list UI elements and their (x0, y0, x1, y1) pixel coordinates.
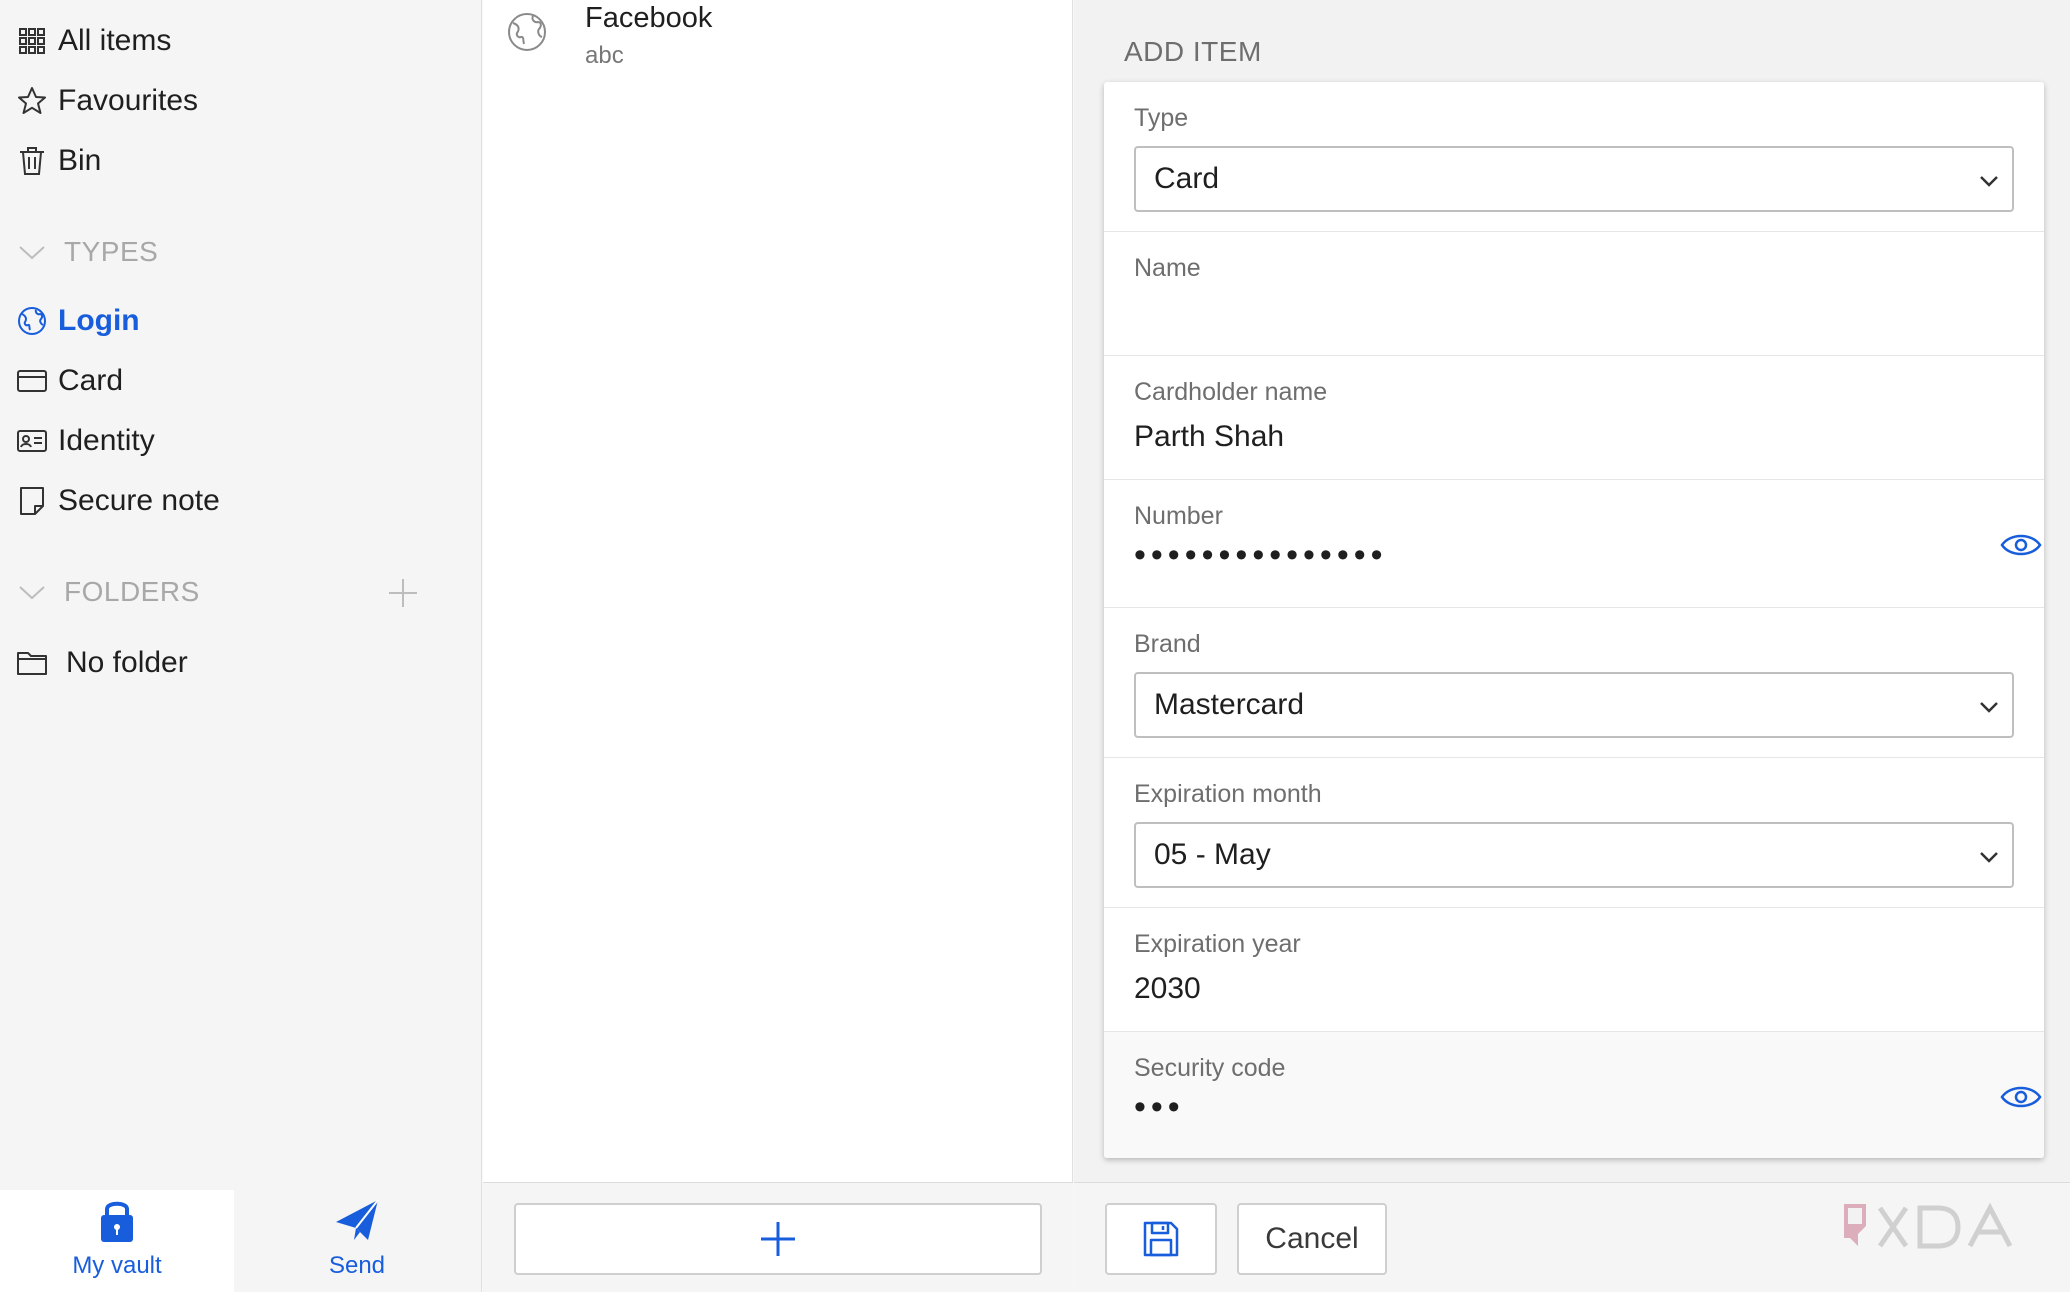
sidebar-item-favourites[interactable]: Favourites (16, 84, 198, 118)
sidebar-item-identity[interactable]: Identity (16, 424, 155, 458)
field-label: Brand (1134, 630, 1201, 658)
folders-section-toggle[interactable]: FOLDERS (16, 576, 200, 608)
field-label: Name (1134, 254, 1201, 282)
save-button[interactable] (1105, 1203, 1217, 1275)
cardholder-name-input[interactable]: Parth Shah (1134, 420, 1284, 454)
sidebar: All items Favourites Bin TYPES Login Car… (0, 0, 482, 1292)
lock-icon (101, 1201, 133, 1242)
sidebar-item-secure-note[interactable]: Secure note (16, 484, 220, 518)
type-select[interactable]: Card (1134, 146, 2014, 212)
save-icon (1143, 1221, 1179, 1257)
chevron-down-icon (1980, 852, 1998, 863)
item-form: Type Card Name Cardholder name Parth Sha… (1104, 82, 2044, 1158)
add-item-panel: ADD ITEM Type Card Name Cardholder name … (1074, 0, 2070, 1292)
sidebar-item-label: Card (58, 364, 124, 397)
cancel-button[interactable]: Cancel (1237, 1203, 1387, 1275)
plus-icon (761, 1222, 795, 1256)
field-label: Expiration month (1134, 780, 1322, 808)
sidebar-item-all-items[interactable]: All items (16, 24, 171, 58)
item-list: Facebook abc (483, 0, 1073, 1292)
paper-plane-icon (336, 1199, 379, 1240)
credit-card-icon (16, 365, 48, 397)
sidebar-item-no-folder[interactable]: No folder (16, 646, 188, 680)
field-security-code[interactable]: Security code ••• (1104, 1032, 2044, 1158)
list-footer (483, 1182, 1073, 1292)
sidebar-item-label: Identity (58, 424, 155, 457)
tab-send[interactable]: Send (240, 1190, 474, 1292)
sidebar-item-label: All items (58, 24, 172, 57)
expiration-month-select[interactable]: 05 - May (1134, 822, 2014, 888)
field-label: Type (1134, 104, 1189, 132)
chevron-down-icon (1980, 702, 1998, 713)
folder-icon (16, 647, 48, 679)
tab-label: My vault (72, 1252, 162, 1279)
field-expiration-month: Expiration month 05 - May (1104, 758, 2044, 908)
add-item-button[interactable] (514, 1203, 1042, 1275)
tab-label: Send (328, 1252, 386, 1279)
field-cardholder-name[interactable]: Cardholder name Parth Shah (1104, 356, 2044, 480)
select-value: 05 - May (1154, 838, 1271, 871)
trash-icon (16, 145, 48, 177)
add-folder-icon[interactable] (386, 576, 420, 610)
field-label: Expiration year (1134, 930, 1301, 958)
note-icon (16, 485, 48, 517)
sidebar-item-label: Favourites (58, 84, 199, 117)
id-card-icon (16, 425, 48, 457)
field-brand: Brand Mastercard (1104, 608, 2044, 758)
list-item-subtitle: abc (585, 42, 624, 69)
sidebar-item-label: Secure note (58, 484, 220, 517)
select-value: Mastercard (1154, 688, 1305, 721)
field-number[interactable]: Number ••••••••••••••• (1104, 480, 2044, 608)
chevron-down-icon (19, 586, 45, 600)
field-label: Number (1134, 502, 1223, 530)
xda-watermark-logo (1844, 1202, 2013, 1249)
sidebar-item-card[interactable]: Card (16, 364, 123, 398)
sidebar-item-bin[interactable]: Bin (16, 144, 101, 178)
field-label: Security code (1134, 1054, 1286, 1082)
globe-icon (508, 13, 546, 51)
types-section-toggle[interactable]: TYPES (16, 236, 158, 268)
card-number-input[interactable]: ••••••••••••••• (1134, 536, 1388, 575)
folders-header: FOLDERS (64, 576, 200, 607)
chevron-down-icon (19, 246, 45, 260)
select-value: Card (1154, 162, 1220, 195)
bottom-tab-bar: My vault Send (0, 1190, 482, 1292)
field-expiration-year[interactable]: Expiration year 2030 (1104, 908, 2044, 1032)
chevron-down-icon (1980, 176, 1998, 187)
grid-icon (16, 25, 48, 57)
panel-title: ADD ITEM (1124, 36, 1262, 67)
list-item-title: Facebook (585, 2, 713, 34)
list-item[interactable]: Facebook abc (507, 0, 1047, 80)
sidebar-item-label: No folder (66, 646, 188, 679)
field-label: Cardholder name (1134, 378, 1328, 406)
sidebar-item-login[interactable]: Login (16, 304, 140, 338)
field-type: Type Card (1104, 82, 2044, 232)
types-header: TYPES (64, 236, 159, 267)
sidebar-item-label: Login (58, 304, 140, 337)
star-icon (16, 85, 48, 117)
brand-select[interactable]: Mastercard (1134, 672, 2014, 738)
expiration-year-input[interactable]: 2030 (1134, 972, 1201, 1006)
eye-icon[interactable] (2000, 1082, 2042, 1112)
globe-icon (16, 305, 48, 337)
eye-icon[interactable] (2000, 530, 2042, 560)
field-name[interactable]: Name (1104, 232, 2044, 356)
tab-my-vault[interactable]: My vault (0, 1190, 234, 1292)
security-code-input[interactable]: ••• (1134, 1088, 1185, 1127)
sidebar-item-label: Bin (58, 144, 102, 177)
